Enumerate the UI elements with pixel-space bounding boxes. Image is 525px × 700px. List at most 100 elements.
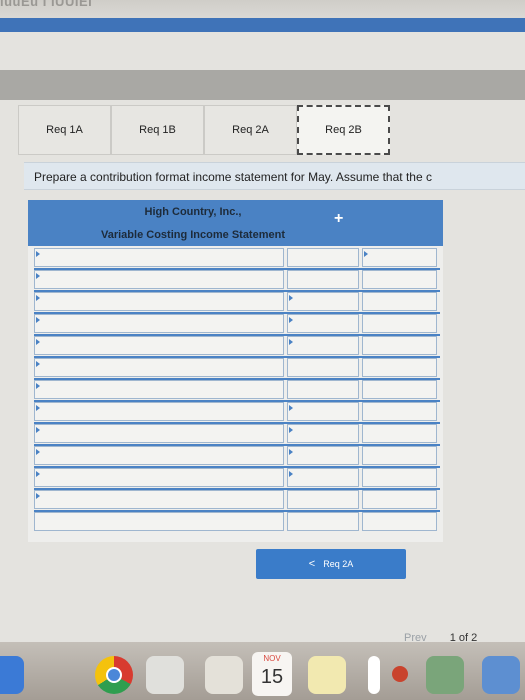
- label-cell[interactable]: [34, 402, 284, 421]
- app-icon[interactable]: [482, 656, 520, 694]
- label-cell[interactable]: [34, 446, 284, 465]
- statement-row: [34, 248, 440, 270]
- tab-req-2b[interactable]: Req 2B: [297, 105, 390, 155]
- statement-row: [34, 468, 440, 490]
- income-statement: High Country, Inc., Variable Costing Inc…: [28, 200, 443, 542]
- chevron-left-icon: <: [308, 558, 316, 570]
- total-cell[interactable]: [362, 380, 437, 399]
- dropdown-marker-icon: [289, 427, 293, 433]
- label-cell[interactable]: [34, 270, 284, 289]
- dock: NOV 15: [0, 642, 525, 700]
- statement-row: [34, 380, 440, 402]
- statement-rows: [34, 248, 440, 534]
- dropdown-marker-icon: [289, 449, 293, 455]
- statement-row: [34, 358, 440, 380]
- chrome-icon[interactable]: [95, 656, 133, 694]
- calendar-icon[interactable]: NOV 15: [252, 652, 292, 696]
- calendar-day: 15: [260, 666, 284, 688]
- dropdown-marker-icon: [364, 251, 368, 257]
- total-cell[interactable]: [362, 424, 437, 443]
- chrome-center-icon: [106, 667, 122, 683]
- tab-req-1b[interactable]: Req 1B: [111, 105, 204, 155]
- label-cell[interactable]: [34, 490, 284, 509]
- tab-req-1a[interactable]: Req 1A: [18, 105, 111, 155]
- prev-req-label: Req 2A: [323, 559, 354, 569]
- total-cell[interactable]: [362, 314, 437, 333]
- statement-row: [34, 512, 440, 534]
- total-cell[interactable]: [362, 336, 437, 355]
- label-cell[interactable]: [34, 468, 284, 487]
- tab-label: Req 2B: [325, 124, 362, 136]
- dropdown-marker-icon: [36, 471, 40, 477]
- dropdown-marker-icon: [36, 295, 40, 301]
- calendar-month: NOV: [263, 654, 281, 663]
- statement-header: High Country, Inc., Variable Costing Inc…: [28, 200, 443, 246]
- statement-row: [34, 446, 440, 468]
- tab-label: Req 1B: [139, 124, 176, 136]
- notification-badge-icon: [392, 666, 408, 682]
- dropdown-marker-icon: [36, 251, 40, 257]
- label-cell[interactable]: [34, 292, 284, 311]
- dropdown-marker-icon: [36, 383, 40, 389]
- photos-icon[interactable]: [426, 656, 464, 694]
- total-cell[interactable]: [362, 490, 437, 509]
- amount-cell[interactable]: [287, 358, 359, 377]
- notes-icon[interactable]: [308, 656, 346, 694]
- dropdown-marker-icon: [36, 449, 40, 455]
- statement-row: [34, 292, 440, 314]
- dropdown-marker-icon: [289, 471, 293, 477]
- total-cell[interactable]: [362, 402, 437, 421]
- bird-app-icon[interactable]: [146, 656, 184, 694]
- total-cell[interactable]: [362, 292, 437, 311]
- statement-row: [34, 336, 440, 358]
- dropdown-marker-icon: [289, 405, 293, 411]
- finder-icon[interactable]: [0, 656, 24, 694]
- tab-req-2a[interactable]: Req 2A: [204, 105, 297, 155]
- dropdown-marker-icon: [36, 405, 40, 411]
- tab-label: Req 1A: [46, 124, 83, 136]
- statement-row: [34, 402, 440, 424]
- total-cell[interactable]: [362, 270, 437, 289]
- statement-row: [34, 270, 440, 292]
- amount-cell[interactable]: [287, 314, 359, 333]
- total-cell[interactable]: [362, 512, 437, 531]
- browser-top-strip: iuuEu I IUUIEI: [0, 0, 525, 20]
- company-name: High Country, Inc.,: [144, 206, 242, 218]
- amount-cell[interactable]: [287, 292, 359, 311]
- total-cell[interactable]: [362, 358, 437, 377]
- cone-app-icon[interactable]: [205, 656, 243, 694]
- amount-cell[interactable]: [287, 446, 359, 465]
- amount-cell[interactable]: [287, 248, 359, 267]
- requirement-tabs: Req 1A Req 1B Req 2A Req 2B: [18, 105, 525, 155]
- label-cell[interactable]: [34, 358, 284, 377]
- label-cell[interactable]: [34, 248, 284, 267]
- label-cell[interactable]: [34, 380, 284, 399]
- dropdown-marker-icon: [36, 273, 40, 279]
- tab-label: Req 2A: [232, 124, 269, 136]
- dropdown-marker-icon: [289, 339, 293, 345]
- plus-icon: +: [334, 210, 344, 227]
- browser-blue-bar: ✓: [0, 18, 525, 48]
- amount-cell[interactable]: [287, 380, 359, 399]
- header-band: [0, 70, 525, 100]
- amount-cell[interactable]: [287, 270, 359, 289]
- statement-title: Variable Costing Income Statement: [101, 229, 285, 241]
- total-cell[interactable]: [362, 446, 437, 465]
- prev-req-button[interactable]: < Req 2A: [256, 549, 406, 579]
- amount-cell[interactable]: [287, 468, 359, 487]
- total-cell[interactable]: [362, 468, 437, 487]
- instruction-text: Prepare a contribution format income sta…: [24, 162, 525, 190]
- label-cell[interactable]: [34, 314, 284, 333]
- amount-cell[interactable]: [287, 424, 359, 443]
- amount-cell[interactable]: [287, 336, 359, 355]
- label-cell[interactable]: [34, 336, 284, 355]
- amount-cell[interactable]: [287, 512, 359, 531]
- dots-app-icon[interactable]: [368, 656, 380, 694]
- total-cell[interactable]: [362, 248, 437, 267]
- label-cell[interactable]: [34, 424, 284, 443]
- amount-cell[interactable]: [287, 490, 359, 509]
- statement-row: [34, 490, 440, 512]
- amount-cell[interactable]: [287, 402, 359, 421]
- dropdown-marker-icon: [36, 427, 40, 433]
- label-cell[interactable]: [34, 512, 284, 531]
